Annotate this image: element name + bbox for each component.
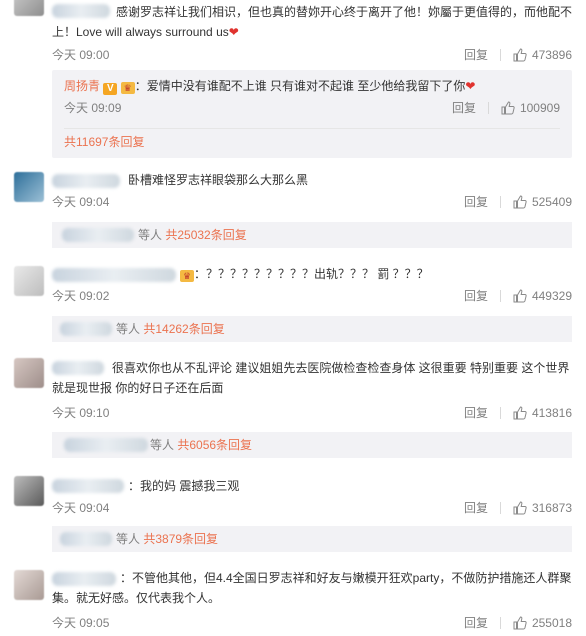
timestamp: 今天 09:05	[52, 616, 110, 630]
like-button[interactable]: 473896	[513, 45, 572, 65]
divider	[499, 502, 501, 514]
timestamp: 今天 09:00	[52, 48, 110, 62]
timestamp: 今天 09:10	[52, 406, 110, 420]
summary-link[interactable]: 共6056条回复	[177, 438, 252, 452]
like-count: 473896	[531, 48, 572, 62]
blurred-username[interactable]	[52, 268, 176, 282]
heart-icon: ❤	[465, 79, 476, 93]
comment-actions: 回复 316873	[464, 498, 572, 518]
sub-reply-box: 周扬青 V ♛ ：爱情中没有谁配不上谁 只有谁对不起谁 至少他给我留下了你❤ 今天…	[52, 70, 572, 158]
like-count: 316873	[531, 501, 572, 515]
comment-meta: 今天 09:04 回复 525409	[52, 192, 572, 212]
blurred-username[interactable]	[52, 4, 110, 18]
comment-text: 很喜欢你也从不乱评论 建议姐姐先去医院做检查检查身体 这很重要 特别重要 这个世…	[52, 361, 570, 395]
comment-meta: 今天 09:05 回复 255018	[52, 613, 572, 633]
crown-icon: ♛	[120, 82, 135, 94]
avatar[interactable]	[14, 570, 44, 600]
comment-actions: 回复 525409	[464, 192, 572, 212]
comment-actions: 回复 413816	[464, 403, 572, 423]
comment-meta: 今天 09:10 回复 413816	[52, 403, 572, 423]
divider	[499, 617, 501, 629]
reply-summary: 等人 共14262条回复	[52, 316, 572, 342]
more-replies: 共11697条回复	[64, 128, 560, 154]
summary-text: 等人 共3879条回复	[116, 532, 219, 546]
comment-meta: 今天 09:00 回复 473896	[52, 45, 572, 65]
blurred-username[interactable]	[62, 228, 134, 242]
reply-button[interactable]: 回复	[464, 498, 488, 518]
timestamp: 今天 09:09	[64, 101, 122, 115]
like-count: 100909	[519, 101, 560, 115]
thumbs-up-icon	[501, 101, 515, 115]
thumbs-up-icon	[513, 616, 527, 630]
comment-text: ♛ ：？？？？？？？？？出轨？？？ 罰 ？？？	[180, 264, 572, 284]
like-button[interactable]: 100909	[501, 98, 560, 118]
timestamp: 今天 09:02	[52, 289, 110, 303]
blurred-username[interactable]	[60, 532, 112, 546]
comment-actions: 回复 473896	[464, 45, 572, 65]
reply-button[interactable]: 回复	[464, 613, 488, 633]
like-button[interactable]: 255018	[513, 613, 572, 633]
reply-summary: 等人 共6056条回复	[52, 432, 572, 458]
divider	[487, 102, 489, 114]
sub-reply-username[interactable]: 周扬青	[64, 79, 100, 93]
comment-text: ：我的妈 震撼我三观	[128, 479, 240, 493]
comment-text: 卧槽难怪罗志祥眼袋那么大那么黑	[128, 173, 309, 187]
summary-text: 等人 共25032条回复	[138, 228, 247, 242]
reply-button[interactable]: 回复	[464, 45, 488, 65]
more-replies-link[interactable]: 共11697条回复	[64, 135, 144, 149]
sub-reply-meta: 今天 09:09 回复 100909	[64, 98, 560, 118]
thumbs-up-icon	[513, 195, 527, 209]
like-button[interactable]: 449329	[513, 286, 572, 306]
summary-link[interactable]: 共25032条回复	[165, 228, 246, 242]
avatar[interactable]	[14, 0, 44, 16]
reply-summary: 等人 共25032条回复	[52, 222, 572, 248]
comment-actions: 回复 255018	[464, 613, 572, 633]
comment-meta: 今天 09:04 回复 316873	[52, 498, 572, 518]
blurred-username[interactable]	[52, 174, 120, 188]
like-button[interactable]: 413816	[513, 403, 572, 423]
like-button[interactable]: 525409	[513, 192, 572, 212]
like-button[interactable]: 316873	[513, 498, 572, 518]
verified-badge: V	[103, 83, 118, 95]
reply-summary: 等人 共3879条回复	[52, 526, 572, 552]
divider	[499, 290, 501, 302]
reply-button[interactable]: 回复	[464, 192, 488, 212]
like-count: 255018	[531, 616, 572, 630]
timestamp: 今天 09:04	[52, 501, 110, 515]
reply-button[interactable]: 回复	[452, 98, 476, 118]
summary-text: 等人 共14262条回复	[116, 322, 225, 336]
comment-actions: 回复 449329	[464, 286, 572, 306]
like-count: 413816	[531, 406, 572, 420]
sub-reply-actions: 回复 100909	[452, 98, 560, 118]
thumbs-up-icon	[513, 289, 527, 303]
sub-reply-text: 周扬青 V ♛ ：爱情中没有谁配不上谁 只有谁对不起谁 至少他给我留下了你❤	[64, 79, 476, 95]
avatar[interactable]	[14, 266, 44, 296]
avatar[interactable]	[14, 172, 44, 202]
summary-link[interactable]: 共14262条回复	[143, 322, 224, 336]
comment-meta: 今天 09:02 回复 449329	[52, 286, 572, 306]
divider	[499, 407, 501, 419]
reply-button[interactable]: 回复	[464, 286, 488, 306]
crown-icon: ♛	[180, 270, 194, 282]
reply-button[interactable]: 回复	[464, 403, 488, 423]
summary-link[interactable]: 共3879条回复	[143, 532, 218, 546]
comment-text: 感谢罗志祥让我们相识，但也真的替妳开心终于离开了他！妳屬于更值得的，而他配不上！…	[52, 4, 573, 39]
blurred-username[interactable]	[52, 479, 124, 493]
thumbs-up-icon	[513, 48, 527, 62]
blurred-username[interactable]	[60, 322, 112, 336]
comment-text: ：不管他其他，但4.4全国日罗志祥和好友与嫩模开狂欢party，不做防护措施还人…	[52, 571, 572, 605]
avatar[interactable]	[14, 358, 44, 388]
like-count: 449329	[531, 289, 572, 303]
summary-text: 等人 共6056条回复	[150, 438, 253, 452]
like-count: 525409	[531, 195, 572, 209]
divider	[499, 49, 501, 61]
thumbs-up-icon	[513, 501, 527, 515]
thumbs-up-icon	[513, 406, 527, 420]
avatar[interactable]	[14, 476, 44, 506]
blurred-username[interactable]	[64, 438, 148, 452]
timestamp: 今天 09:04	[52, 195, 110, 209]
heart-icon: ❤	[228, 25, 239, 39]
divider	[499, 196, 501, 208]
